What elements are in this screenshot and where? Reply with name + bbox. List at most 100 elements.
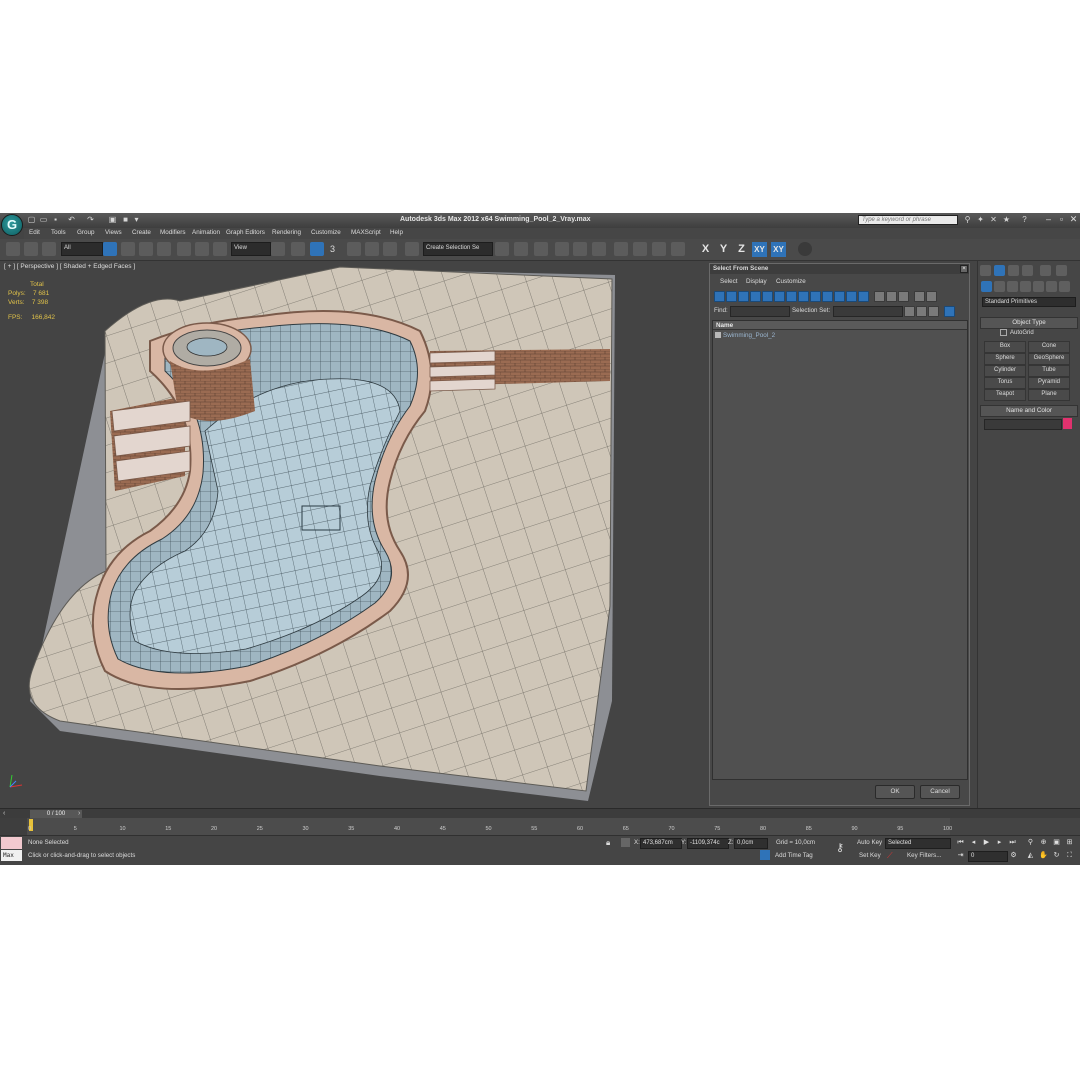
name-column-header[interactable]: Name — [713, 321, 967, 330]
display-all-icon[interactable] — [858, 291, 869, 302]
viewport-label[interactable]: [ + ] [ Perspective ] [ Shaded + Edged F… — [4, 263, 135, 270]
track-bar[interactable]: 0 5 10 15 20 25 30 35 40 45 50 55 60 65 70 75 80 85 90 95 10… — [27, 818, 952, 835]
restrict-xy-button[interactable]: XY — [752, 242, 767, 257]
select-hierarchy-icon[interactable] — [904, 306, 915, 317]
list-item[interactable]: Swimming_Pool_2 — [715, 332, 775, 339]
next-frame-icon[interactable]: ▸ — [994, 838, 1005, 848]
quick-access-dropdown-icon[interactable]: ▾ — [132, 215, 141, 224]
motion-tab-icon[interactable] — [1022, 265, 1033, 276]
key-mode-toggle-icon[interactable]: ⇥ — [955, 851, 966, 861]
object-paint-icon[interactable] — [798, 242, 812, 256]
ok-button[interactable]: OK — [875, 785, 915, 799]
keyboard-shortcut-override-icon[interactable] — [310, 242, 324, 256]
select-invert-icon[interactable] — [898, 291, 909, 302]
create-tab-icon[interactable] — [980, 265, 991, 276]
angle-snap-icon[interactable] — [347, 242, 361, 256]
bind-space-warp-icon[interactable] — [42, 242, 56, 256]
link-icon[interactable] — [6, 242, 20, 256]
schematic-view-icon[interactable] — [592, 242, 606, 256]
add-time-tag-button[interactable]: Add Time Tag — [775, 852, 813, 859]
restrict-plane-button[interactable]: XY — [771, 242, 786, 257]
object-color-swatch[interactable] — [1063, 418, 1072, 429]
select-object-icon[interactable] — [103, 242, 117, 256]
named-selection-set-dropdown[interactable]: Create Selection Se — [423, 242, 493, 256]
redo-icon[interactable]: ↷ — [86, 215, 95, 224]
open-file-icon[interactable]: ▭ — [39, 215, 48, 224]
absolute-mode-icon[interactable] — [621, 838, 630, 847]
close-icon[interactable]: ✕ — [1068, 214, 1079, 225]
space-warps-category-icon[interactable] — [1046, 281, 1057, 292]
object-type-rollout[interactable]: Object Type — [980, 317, 1078, 329]
dialog-menu-display[interactable]: Display — [746, 278, 767, 285]
cylinder-button[interactable]: Cylinder — [984, 365, 1026, 377]
go-to-start-icon[interactable]: ⏮ — [955, 838, 966, 848]
zoom-extents-all-icon[interactable]: ⊞ — [1064, 838, 1075, 848]
name-and-color-rollout[interactable]: Name and Color — [980, 405, 1078, 417]
cancel-button[interactable]: Cancel — [920, 785, 960, 799]
undo-icon[interactable]: ↶ — [67, 215, 76, 224]
subscription-icon[interactable]: ✦ — [976, 215, 985, 224]
box-button[interactable]: Box — [984, 341, 1026, 353]
save-file-icon[interactable]: ▪ — [51, 215, 60, 224]
hierarchy-tab-icon[interactable] — [1008, 265, 1019, 276]
reference-coordinate-dropdown[interactable]: View — [231, 242, 271, 256]
plane-button[interactable]: Plane — [1028, 389, 1070, 401]
field-of-view-icon[interactable]: ◭ — [1025, 851, 1036, 861]
maximize-viewport-icon[interactable]: ⛶ — [1064, 851, 1075, 861]
window-crossing-icon[interactable] — [157, 242, 171, 256]
menu-create[interactable]: Create — [132, 229, 151, 236]
zoom-extents-icon[interactable]: ▣ — [1051, 838, 1062, 848]
zoom-all-icon[interactable]: ⊕ — [1038, 838, 1049, 848]
select-none-icon[interactable] — [886, 291, 897, 302]
select-manipulate-icon[interactable] — [291, 242, 305, 256]
layer-manager-icon[interactable] — [534, 242, 548, 256]
menu-help[interactable]: Help — [390, 229, 403, 236]
cameras-category-icon[interactable] — [1020, 281, 1031, 292]
pan-view-icon[interactable]: ✋ — [1038, 851, 1049, 861]
x-coordinate-field[interactable]: 473,687cm — [640, 838, 682, 849]
menu-customize[interactable]: Customize — [311, 229, 341, 236]
set-key-button[interactable]: Set Key — [859, 852, 881, 859]
communication-icon[interactable]: ✕ — [989, 215, 998, 224]
help-icon[interactable]: ? — [1020, 215, 1029, 224]
primitive-category-dropdown[interactable]: Standard Primitives — [982, 297, 1076, 307]
key-mode-dropdown[interactable]: Selected — [885, 838, 951, 849]
application-menu-button[interactable]: G — [1, 214, 23, 236]
torus-button[interactable]: Torus — [984, 377, 1026, 389]
utilities-tab-icon[interactable] — [1056, 265, 1067, 276]
snaps-toggle-icon[interactable]: 3 — [330, 242, 344, 256]
select-by-name-icon[interactable] — [121, 242, 135, 256]
time-slider[interactable]: ‹ 0 / 100 › — [0, 808, 1080, 818]
pyramid-button[interactable]: Pyramid — [1028, 377, 1070, 389]
go-to-end-icon[interactable]: ⏭ — [1007, 838, 1018, 848]
perspective-viewport[interactable]: [ + ] [ Perspective ] [ Shaded + Edged F… — [0, 261, 977, 808]
scale-icon[interactable] — [213, 242, 227, 256]
time-slider-frame-counter[interactable]: 0 / 100 — [30, 810, 82, 818]
sphere-button[interactable]: Sphere — [984, 353, 1026, 365]
selection-lock-icon[interactable]: 🔒︎ — [606, 838, 615, 847]
pin-dialog-icon[interactable] — [944, 306, 955, 317]
rotate-icon[interactable] — [195, 242, 209, 256]
edit-named-selection-icon[interactable] — [405, 242, 419, 256]
render-setup-icon[interactable] — [633, 242, 647, 256]
display-geometry-icon[interactable] — [714, 291, 725, 302]
display-bones-icon[interactable] — [810, 291, 821, 302]
time-tag-icon[interactable] — [760, 850, 770, 860]
previous-frame-icon[interactable]: ◂ — [968, 838, 979, 848]
autogrid-checkbox[interactable]: AutoGrid — [1000, 329, 1034, 336]
select-children-icon[interactable] — [916, 306, 927, 317]
select-all-icon[interactable] — [874, 291, 885, 302]
z-coordinate-field[interactable]: 0,0cm — [734, 838, 768, 849]
filter-icon[interactable] — [914, 291, 925, 302]
find-input[interactable] — [730, 306, 790, 317]
display-hidden-icon[interactable] — [846, 291, 857, 302]
select-dependents-icon[interactable] — [928, 306, 939, 317]
spinner-snap-icon[interactable] — [383, 242, 397, 256]
restrict-y-button[interactable]: Y — [716, 242, 731, 257]
display-space-warps-icon[interactable] — [774, 291, 785, 302]
menu-animation[interactable]: Animation — [192, 229, 220, 236]
dialog-menu-customize[interactable]: Customize — [776, 278, 806, 285]
menu-graph-editors[interactable]: Graph Editors — [226, 229, 265, 236]
move-icon[interactable] — [177, 242, 191, 256]
autogrid-checkbox-box[interactable] — [1000, 329, 1007, 336]
